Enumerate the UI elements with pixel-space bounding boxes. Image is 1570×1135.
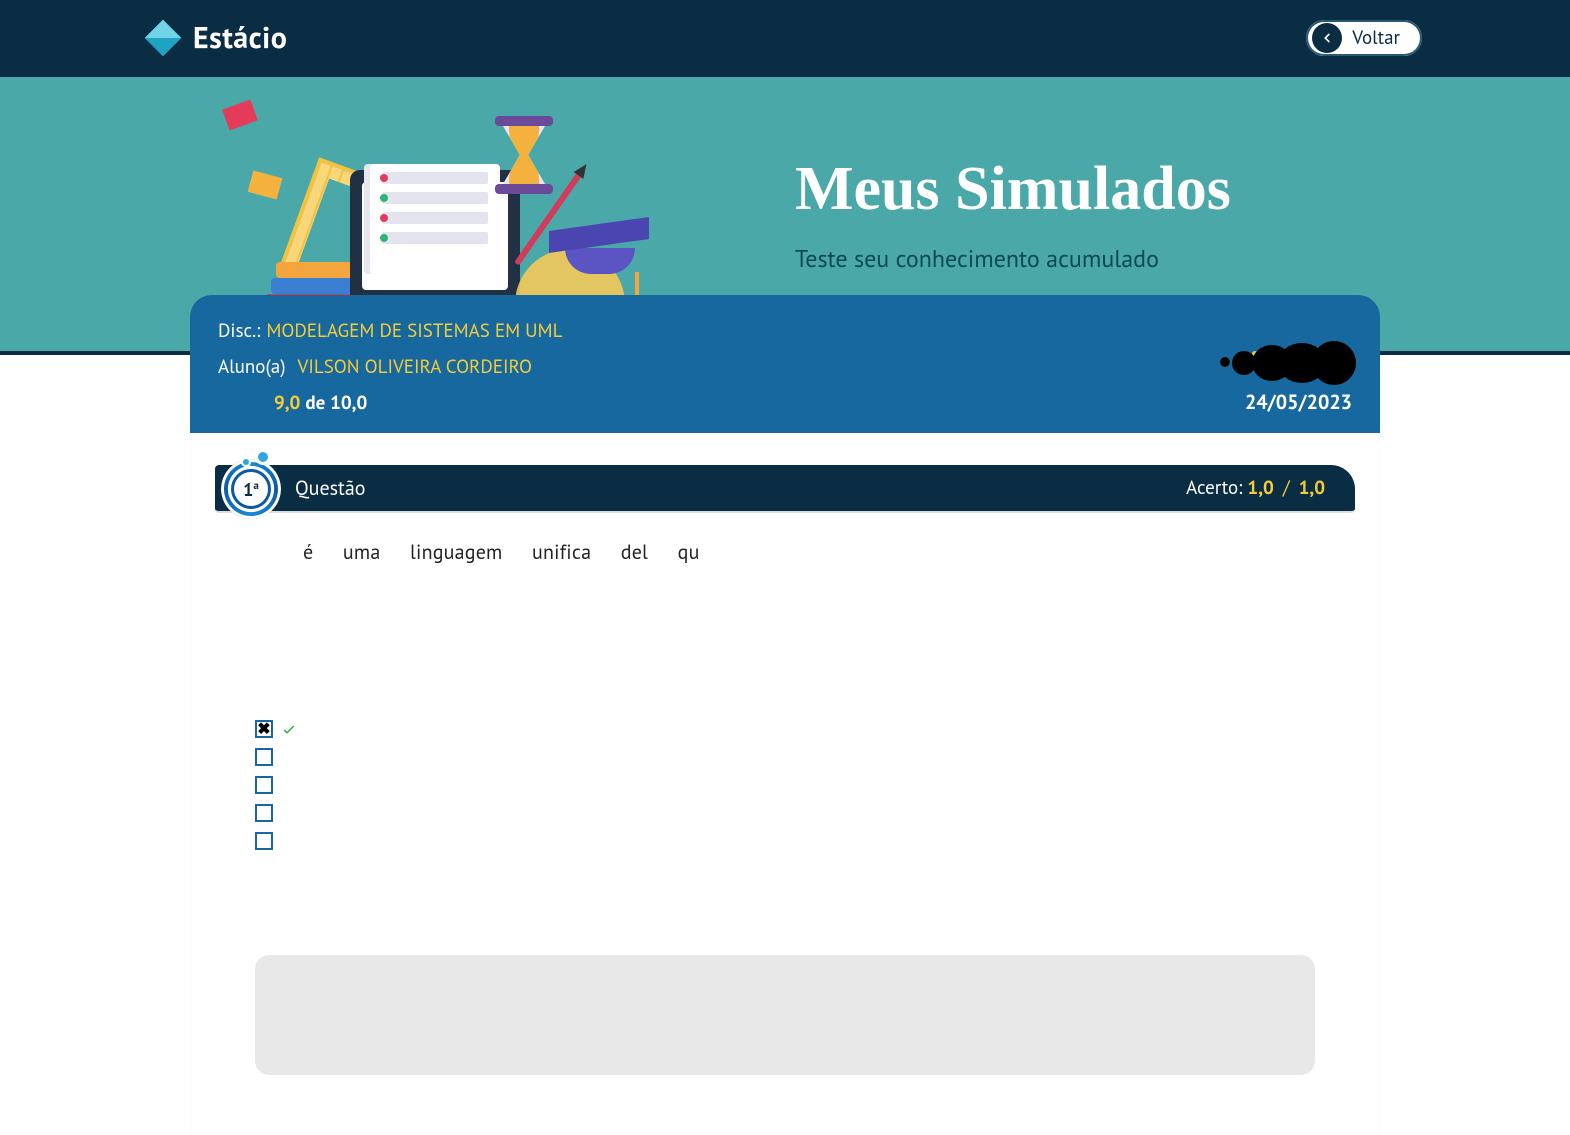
card-body: 1a Questão Acerto: 1,0 / 1,0 é uma lingu…: [190, 433, 1380, 1135]
date: 24/05/2023: [1245, 389, 1352, 415]
checkbox-empty-icon: [255, 776, 273, 794]
brand: Estácio: [145, 18, 287, 57]
chevron-left-icon: [1312, 23, 1342, 53]
question-number-badge: 1a: [221, 459, 281, 519]
question-header: 1a Questão Acerto: 1,0 / 1,0: [215, 465, 1355, 513]
page-subtitle: Teste seu conhecimento acumulado: [795, 243, 1231, 274]
brand-name: Estácio: [193, 18, 287, 57]
checkbox-empty-icon: [255, 804, 273, 822]
score-value: 9,0: [274, 391, 300, 415]
score-max: de 10,0: [305, 391, 367, 415]
checkbox-empty-icon: [255, 748, 273, 766]
back-button[interactable]: Voltar: [1303, 17, 1425, 59]
student-label: Aluno(a): [218, 355, 286, 379]
answer-option[interactable]: [255, 827, 1355, 855]
question-text: é uma linguagem unifica del qu: [215, 531, 1355, 565]
response-box: [255, 955, 1315, 1075]
discipline-value: MODELAGEM DE SISTEMAS EM UML: [266, 319, 562, 343]
answer-option[interactable]: [255, 799, 1355, 827]
answer-options: ✖: [255, 715, 1355, 855]
back-button-label: Voltar: [1352, 26, 1400, 50]
checkbox-checked-icon: ✖: [255, 720, 273, 738]
content-card: Disc.: MODELAGEM DE SISTEMAS EM UML Alun…: [190, 295, 1380, 1135]
answer-option[interactable]: [255, 771, 1355, 799]
score-row: 9,0 de 10,0: [218, 391, 1352, 415]
question-label: Questão: [295, 475, 365, 501]
checkbox-empty-icon: [255, 832, 273, 850]
correct-check-icon: [281, 721, 297, 737]
student-value: VILSON OLIVEIRA CORDEIRO: [298, 355, 532, 379]
answer-option[interactable]: ✖: [255, 715, 1355, 743]
answer-option[interactable]: [255, 743, 1355, 771]
hero-text: Meus Simulados Teste seu conhecimento ac…: [795, 154, 1231, 274]
question-score: Acerto: 1,0 / 1,0: [1186, 476, 1325, 500]
card-header: Disc.: MODELAGEM DE SISTEMAS EM UML Alun…: [190, 295, 1380, 433]
redaction-blob: [1216, 345, 1356, 381]
top-bar: Estácio Voltar: [0, 0, 1570, 75]
discipline-label: Disc.:: [218, 319, 260, 343]
question-number: 1a: [243, 478, 259, 501]
page-title: Meus Simulados: [795, 154, 1231, 225]
brand-logo-icon: [145, 20, 181, 56]
